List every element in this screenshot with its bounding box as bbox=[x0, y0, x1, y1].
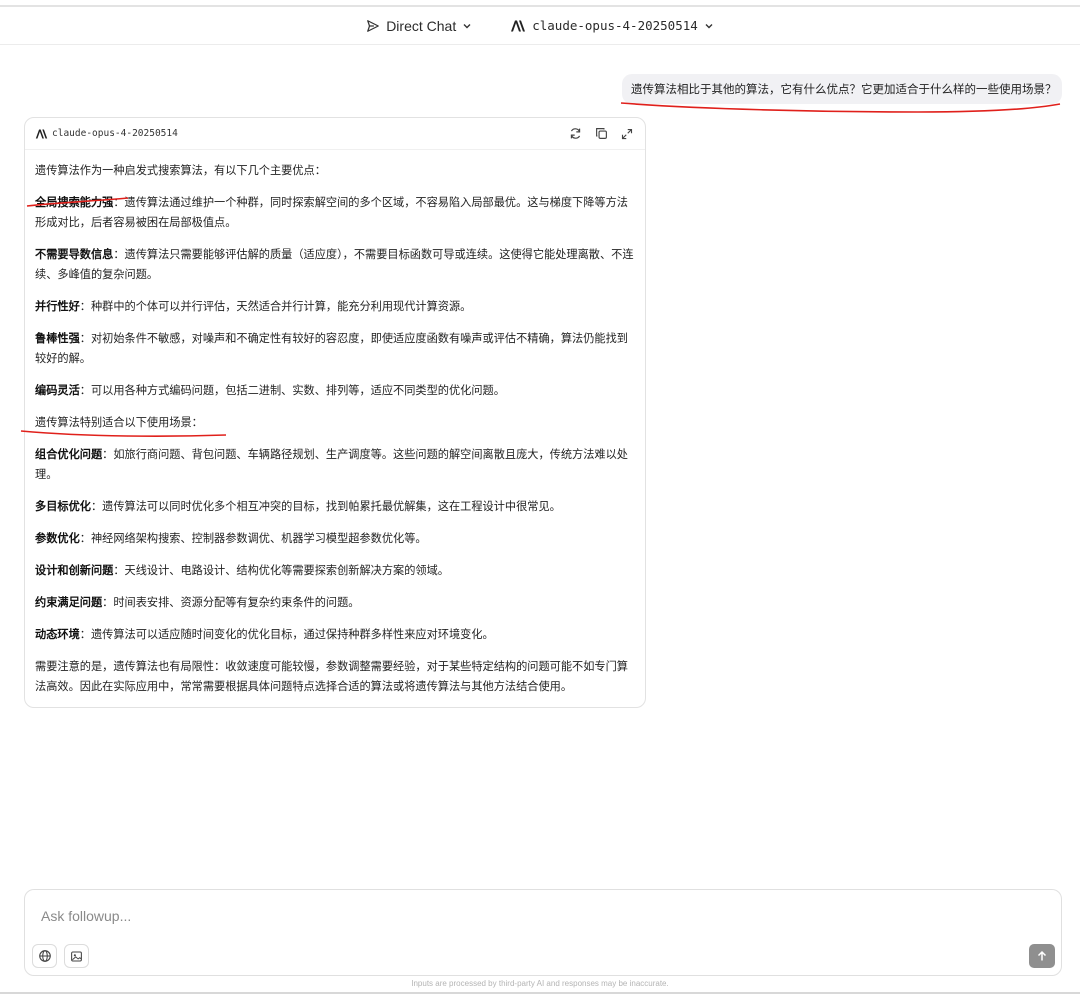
response-intro: 遗传算法作为一种启发式搜索算法，有以下几个主要优点： bbox=[35, 164, 326, 177]
web-search-button[interactable] bbox=[32, 944, 57, 968]
scenario-item: 多目标优化：遗传算法可以同时优化多个相互冲突的目标，找到帕累托最优解集，这在工程… bbox=[35, 497, 635, 517]
advantage-text: ：对初始条件不敏感，对噪声和不确定性有较好的容忍度，即使适应度函数有噪声或评估不… bbox=[35, 332, 628, 365]
advantage-text: ：遗传算法通过维护一个种群，同时探索解空间的多个区域，不容易陷入局部最优。这与梯… bbox=[35, 196, 628, 229]
scenario-text: ：如旅行商问题、背包问题、车辆路径规划、生产调度等。这些问题的解空间离散且庞大，… bbox=[35, 448, 628, 481]
user-message: 遗传算法相比于其他的算法，它有什么优点？它更加适合于什么样的一些使用场景？ bbox=[622, 74, 1062, 104]
scenario-title: 组合优化问题 bbox=[35, 448, 103, 461]
advantage-text: ：可以用各种方式编码问题，包括二进制、实数、排列等，适应不同类型的优化问题。 bbox=[79, 384, 505, 397]
scenario-text: ：遗传算法可以适应随时间变化的优化目标，通过保持种群多样性来应对环境变化。 bbox=[79, 628, 494, 641]
anthropic-logo-icon bbox=[35, 129, 48, 139]
advantage-title: 并行性好 bbox=[35, 300, 80, 313]
response-actions bbox=[567, 126, 635, 142]
advantage-title: 全局搜索能力强 bbox=[35, 196, 114, 209]
advantage-text: ：遗传算法只需要能够评估解的质量（适应度），不需要目标函数可导或连续。这使得它能… bbox=[35, 248, 634, 281]
scenario-title: 参数优化 bbox=[35, 532, 80, 545]
chevron-down-icon bbox=[704, 21, 714, 31]
attach-image-button[interactable] bbox=[64, 944, 89, 968]
response-model-label: claude-opus-4-20250514 bbox=[52, 128, 178, 139]
advantage-item: 不需要导数信息：遗传算法只需要能够评估解的质量（适应度），不需要目标函数可导或连… bbox=[35, 245, 635, 285]
bottom-divider bbox=[0, 992, 1080, 994]
response-body: 遗传算法作为一种启发式搜索算法，有以下几个主要优点： 全局搜索能力强：遗传算法通… bbox=[25, 150, 645, 697]
expand-icon[interactable] bbox=[619, 126, 635, 142]
anthropic-logo-icon bbox=[510, 20, 526, 32]
scenario-title: 约束满足问题 bbox=[35, 596, 103, 609]
copy-icon[interactable] bbox=[593, 126, 609, 142]
user-message-text: 遗传算法相比于其他的算法，它有什么优点？它更加适合于什么样的一些使用场景？ bbox=[631, 82, 1057, 96]
response-model: claude-opus-4-20250514 bbox=[35, 128, 178, 139]
scenario-item: 参数优化：神经网络架构搜索、控制器参数调优、机器学习模型超参数优化等。 bbox=[35, 529, 635, 549]
advantage-title: 编码灵活 bbox=[35, 384, 80, 397]
response-conclusion: 需要注意的是，遗传算法也有局限性：收敛速度可能较慢，参数调整需要经验，对于某些特… bbox=[35, 660, 628, 693]
scenario-title: 动态环境 bbox=[35, 628, 80, 641]
scenarios-intro: 遗传算法特别适合以下使用场景： bbox=[35, 416, 203, 429]
arrow-up-icon bbox=[1036, 950, 1048, 962]
advantage-item: 编码灵活：可以用各种方式编码问题，包括二进制、实数、排列等，适应不同类型的优化问… bbox=[35, 381, 635, 401]
response-header: claude-opus-4-20250514 bbox=[25, 118, 645, 150]
model-selector[interactable]: claude-opus-4-20250514 bbox=[510, 18, 714, 33]
disclaimer-text: Inputs are processed by third-party AI a… bbox=[411, 979, 669, 988]
assistant-response-card: claude-opus-4-20250514 遗传算法作为一种启发式搜索算法，有… bbox=[24, 117, 646, 708]
scenario-text: ：天线设计、电路设计、结构优化等需要探索创新解决方案的领域。 bbox=[113, 564, 449, 577]
send-plane-icon bbox=[366, 19, 380, 33]
globe-icon bbox=[38, 949, 52, 963]
send-button[interactable] bbox=[1029, 944, 1055, 968]
followup-input[interactable] bbox=[41, 908, 941, 924]
mode-label: Direct Chat bbox=[386, 17, 457, 34]
advantage-item: 全局搜索能力强：遗传算法通过维护一个种群，同时探索解空间的多个区域，不容易陷入局… bbox=[35, 193, 635, 233]
scenario-text: ：遗传算法可以同时优化多个相互冲突的目标，找到帕累托最优解集，这在工程设计中很常… bbox=[90, 500, 561, 513]
chevron-down-icon bbox=[462, 21, 472, 31]
scenario-item: 约束满足问题：时间表安排、资源分配等有复杂约束条件的问题。 bbox=[35, 593, 635, 613]
scenario-item: 动态环境：遗传算法可以适应随时间变化的优化目标，通过保持种群多样性来应对环境变化… bbox=[35, 625, 635, 645]
advantage-title: 鲁棒性强 bbox=[35, 332, 80, 345]
scenario-text: ：时间表安排、资源分配等有复杂约束条件的问题。 bbox=[102, 596, 360, 609]
model-label: claude-opus-4-20250514 bbox=[532, 18, 698, 33]
top-bar: Direct Chat claude-opus-4-20250514 bbox=[0, 7, 1080, 45]
scenario-title: 设计和创新问题 bbox=[35, 564, 114, 577]
advantage-item: 鲁棒性强：对初始条件不敏感，对噪声和不确定性有较好的容忍度，即使适应度函数有噪声… bbox=[35, 329, 635, 369]
advantage-item: 并行性好：种群中的个体可以并行评估，天然适合并行计算，能充分利用现代计算资源。 bbox=[35, 297, 635, 317]
advantage-title: 不需要导数信息 bbox=[35, 248, 114, 261]
scenario-item: 设计和创新问题：天线设计、电路设计、结构优化等需要探索创新解决方案的领域。 bbox=[35, 561, 635, 581]
advantage-text: ：种群中的个体可以并行评估，天然适合并行计算，能充分利用现代计算资源。 bbox=[79, 300, 472, 313]
scenario-item: 组合优化问题：如旅行商问题、背包问题、车辆路径规划、生产调度等。这些问题的解空间… bbox=[35, 445, 635, 485]
scenario-text: ：神经网络架构搜索、控制器参数调优、机器学习模型超参数优化等。 bbox=[79, 532, 427, 545]
mode-selector[interactable]: Direct Chat bbox=[366, 18, 472, 34]
scenario-title: 多目标优化 bbox=[35, 500, 91, 513]
regenerate-icon[interactable] bbox=[567, 126, 583, 142]
image-icon bbox=[70, 950, 83, 963]
followup-composer bbox=[24, 889, 1062, 976]
